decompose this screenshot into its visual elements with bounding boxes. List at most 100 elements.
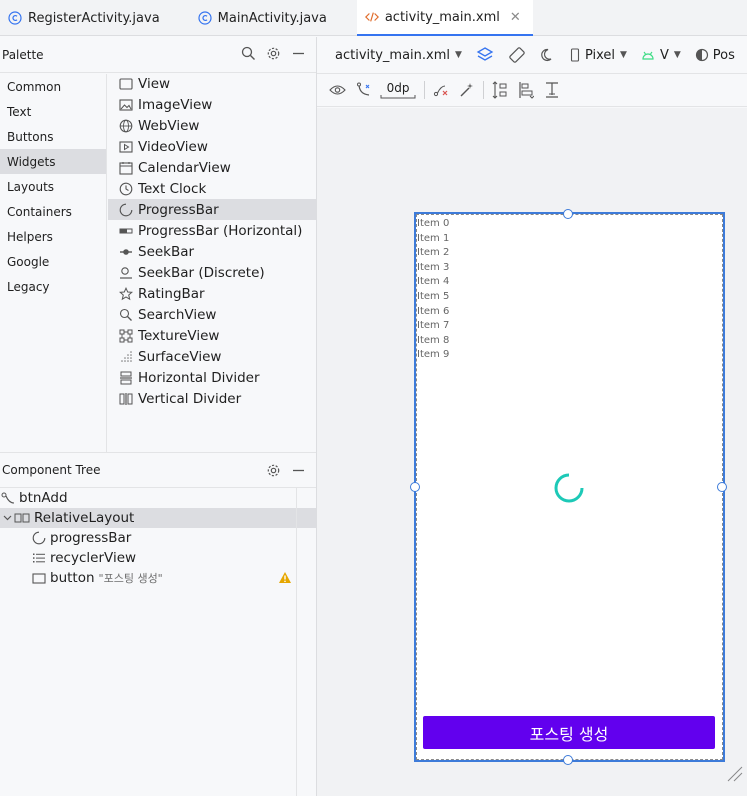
- texture-icon: [119, 329, 133, 343]
- chevron-down-icon: ▼: [455, 50, 462, 60]
- tab-register-activity[interactable]: RegisterActivity.java: [0, 0, 172, 36]
- baseline-icon[interactable]: [544, 81, 560, 99]
- progress-horizontal-icon: [119, 224, 133, 238]
- category-containers[interactable]: Containers: [0, 199, 106, 224]
- list-item: Item 8: [417, 334, 450, 346]
- tab-label: RegisterActivity.java: [28, 10, 160, 26]
- tree-node-progressbar[interactable]: progressBar: [0, 528, 296, 548]
- widget-item[interactable]: Vertical Divider: [108, 388, 316, 409]
- tab-main-activity[interactable]: MainActivity.java: [190, 0, 339, 36]
- resize-handle-right[interactable]: [717, 482, 727, 492]
- design-toolbar-secondary: 0dp: [317, 74, 747, 107]
- widget-item[interactable]: SurfaceView: [108, 346, 316, 367]
- tree-node-btnadd[interactable]: btnAdd: [0, 488, 296, 508]
- star-icon: [119, 286, 133, 301]
- clear-constraints-icon[interactable]: [433, 82, 449, 98]
- component-tree-header: Component Tree: [0, 452, 316, 488]
- resize-handle-bottom[interactable]: [563, 755, 573, 765]
- class-c-icon: [8, 11, 22, 25]
- category-google[interactable]: Google: [0, 249, 106, 274]
- palette-header: Palette: [0, 37, 316, 73]
- create-post-button[interactable]: 포스팅 생성: [423, 716, 715, 749]
- horizontal-divider-icon: [119, 371, 133, 385]
- widget-item[interactable]: SeekBar: [108, 241, 316, 262]
- category-common[interactable]: Common: [0, 74, 106, 99]
- tab-activity-main-xml[interactable]: activity_main.xml ✕: [356, 0, 533, 36]
- resize-handle-left[interactable]: [410, 482, 420, 492]
- recycler-view-preview[interactable]: Item 0 Item 1 Item 2 Item 3 Item 4 Item …: [417, 217, 449, 363]
- widget-item[interactable]: VideoView: [108, 136, 316, 157]
- tree-node-recyclerview[interactable]: recyclerView: [0, 548, 296, 568]
- phone-icon: [570, 48, 579, 62]
- widget-item[interactable]: WebView: [108, 115, 316, 136]
- seekbar-icon: [119, 245, 133, 259]
- widget-item[interactable]: View: [108, 73, 316, 94]
- widget-item[interactable]: ImageView: [108, 94, 316, 115]
- widget-item[interactable]: Horizontal Divider: [108, 367, 316, 388]
- relative-layout-icon: [14, 511, 30, 525]
- resize-grip-icon[interactable]: [726, 765, 744, 787]
- component-tree: btnAdd RelativeLayout progressBar recycl…: [0, 488, 316, 796]
- eye-icon[interactable]: [329, 84, 346, 96]
- palette-widget-list: View ImageView WebView VideoView Calenda…: [108, 73, 316, 452]
- tree-scroll-gutter: [296, 488, 316, 796]
- minimize-icon[interactable]: [291, 46, 306, 65]
- pack-icon[interactable]: [492, 81, 508, 99]
- vertical-divider-icon: [119, 392, 133, 406]
- category-widgets[interactable]: Widgets: [0, 149, 106, 174]
- widget-item[interactable]: RatingBar: [108, 283, 316, 304]
- progress-icon: [32, 531, 46, 545]
- list-item: Item 7: [417, 320, 450, 332]
- list-item: Item 0: [417, 218, 450, 229]
- theme-selector[interactable]: Pos: [695, 48, 735, 63]
- category-layouts[interactable]: Layouts: [0, 174, 106, 199]
- api-selector[interactable]: V ▼: [641, 48, 681, 63]
- file-selector[interactable]: activity_main.xml ▼: [335, 48, 462, 63]
- magic-wand-icon[interactable]: [459, 82, 475, 98]
- gear-icon[interactable]: [266, 46, 281, 65]
- align-icon[interactable]: [518, 81, 534, 99]
- orientation-icon[interactable]: [508, 46, 526, 64]
- widget-item[interactable]: SeekBar (Discrete): [108, 262, 316, 283]
- widget-item[interactable]: ProgressBar (Horizontal): [108, 220, 316, 241]
- widget-item-selected[interactable]: ProgressBar: [108, 199, 316, 220]
- xml-code-icon: [364, 10, 379, 24]
- widget-item[interactable]: CalendarView: [108, 157, 316, 178]
- calendar-icon: [119, 161, 133, 175]
- image-icon: [119, 98, 133, 112]
- widget-item[interactable]: Text Clock: [108, 178, 316, 199]
- device-selector[interactable]: Pixel ▼: [570, 48, 627, 63]
- gear-icon[interactable]: [266, 463, 281, 482]
- chevron-down-icon[interactable]: [0, 515, 14, 521]
- night-mode-icon[interactable]: [540, 47, 556, 63]
- view-icon: [119, 77, 133, 91]
- progress-icon: [119, 203, 133, 217]
- constraint-icon: [1, 491, 15, 505]
- resize-handle-top[interactable]: [563, 209, 573, 219]
- widget-item[interactable]: SearchView: [108, 304, 316, 325]
- list-icon: [32, 551, 46, 565]
- search-icon[interactable]: [241, 46, 256, 65]
- magnet-icon[interactable]: [356, 82, 372, 98]
- android-icon: [642, 51, 654, 60]
- class-c-icon: [198, 11, 212, 25]
- tree-node-relativelayout[interactable]: RelativeLayout: [0, 508, 316, 528]
- list-item: Item 9: [417, 349, 450, 361]
- category-helpers[interactable]: Helpers: [0, 224, 106, 249]
- category-text[interactable]: Text: [0, 99, 106, 124]
- list-item: Item 1: [417, 232, 450, 244]
- category-buttons[interactable]: Buttons: [0, 124, 106, 149]
- widget-item[interactable]: TextureView: [108, 325, 316, 346]
- editor-tab-bar: RegisterActivity.java MainActivity.java …: [0, 0, 747, 36]
- tree-node-button[interactable]: button "포스팅 생성": [0, 568, 296, 588]
- close-icon[interactable]: ✕: [510, 10, 521, 25]
- video-icon: [119, 140, 133, 154]
- minimize-icon[interactable]: [291, 463, 306, 482]
- palette-categories: Common Text Buttons Widgets Layouts Cont…: [0, 74, 107, 452]
- progress-bar-spinner[interactable]: [553, 472, 585, 504]
- search-icon: [119, 308, 133, 322]
- default-margin-selector[interactable]: 0dp: [380, 81, 416, 99]
- category-legacy[interactable]: Legacy: [0, 274, 106, 299]
- warning-icon[interactable]: [278, 571, 292, 588]
- layers-icon[interactable]: [476, 46, 494, 64]
